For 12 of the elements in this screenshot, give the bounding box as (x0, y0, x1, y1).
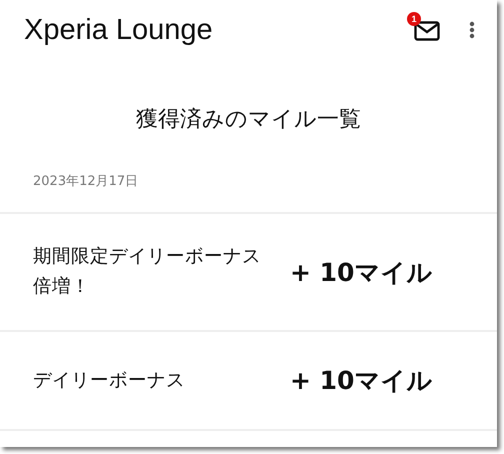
entry-label: デイリーボーナス (33, 368, 186, 393)
envelope-icon (414, 21, 440, 41)
miles-amount: + 10マイル (290, 365, 432, 397)
miles-amount: + 10マイル (290, 256, 432, 288)
mail-button[interactable]: 1 (407, 12, 441, 44)
app-title: Xperia Lounge (24, 14, 214, 46)
entry-label: 期間限定デイリーボーナス倍増！ (33, 245, 262, 299)
more-vertical-icon (469, 21, 475, 39)
date-label: 2023年12月17日 (0, 172, 497, 214)
notification-badge: 1 (407, 12, 421, 26)
more-menu-button[interactable] (467, 19, 477, 41)
page-title: 獲得済みのマイル一覧 (135, 106, 362, 134)
